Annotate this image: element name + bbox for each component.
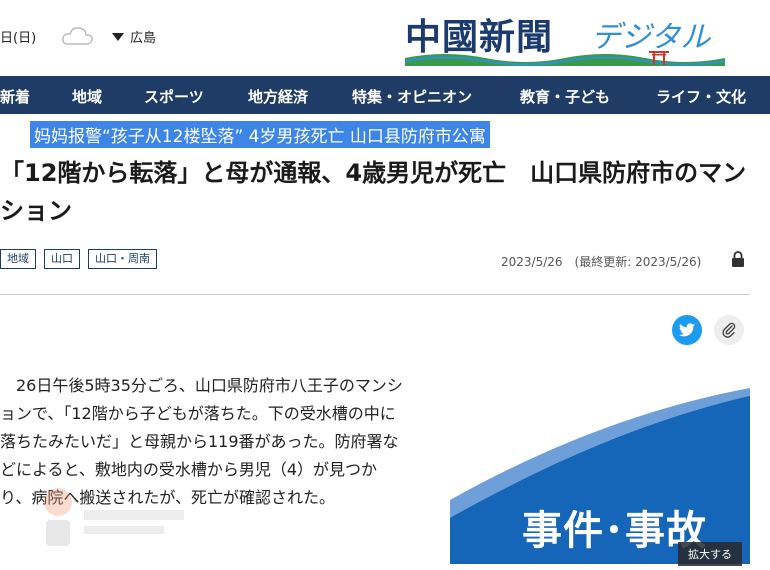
cloud-icon (62, 27, 93, 45)
logo-wave-graphic (405, 51, 725, 66)
paperclip-icon (722, 322, 736, 338)
main-nav: 新着 地域 スポーツ 地方経済 特集・オピニオン 教育・子ども ライフ・文化 (0, 76, 770, 114)
copy-link-button[interactable] (714, 315, 744, 345)
date-text: 日(日) (0, 31, 37, 46)
top-bar: 日(日) 広島 中國新聞 デジタル (0, 0, 770, 76)
region-selector[interactable]: 広島 (112, 27, 156, 46)
article-image[interactable]: 事件･事故 (450, 368, 750, 564)
twitter-share-button[interactable] (672, 315, 702, 345)
twitter-icon (679, 323, 695, 337)
nav-item-life[interactable]: ライフ・文化 (656, 86, 746, 107)
tag-list: 地域 山口 山口・周南 (0, 249, 157, 269)
translation-banner: 妈妈报警“孩子从12楼坠落” 4岁男孩死亡 山口县防府市公寓 (30, 121, 490, 148)
region-label: 広島 (130, 31, 157, 46)
nav-item-economy[interactable]: 地方経済 (248, 86, 308, 107)
lock-icon (732, 251, 744, 267)
nav-item-region[interactable]: 地域 (72, 86, 102, 107)
triangle-down-icon (112, 32, 124, 41)
tag-yamaguchi-shunan[interactable]: 山口・周南 (88, 249, 157, 269)
tag-yamaguchi[interactable]: 山口 (44, 249, 80, 269)
nav-item-features[interactable]: 特集・オピニオン (352, 86, 472, 107)
nav-item-education[interactable]: 教育・子ども (520, 86, 610, 107)
zoom-button[interactable]: 拡大する (678, 542, 742, 566)
divider (0, 294, 750, 295)
tag-region[interactable]: 地域 (0, 249, 36, 269)
article-headline: 「12階から転落」と母が通報、4歳男児が死亡 山口県防府市のマンション (0, 159, 747, 225)
site-logo[interactable]: 中國新聞 デジタル (405, 8, 735, 66)
watermark-logo (44, 488, 184, 546)
article-dateline: 2023/5/26 (最終更新: 2023/5/26) (501, 255, 702, 269)
nav-item-new[interactable]: 新着 (0, 86, 30, 107)
nav-item-sports[interactable]: スポーツ (144, 86, 204, 107)
